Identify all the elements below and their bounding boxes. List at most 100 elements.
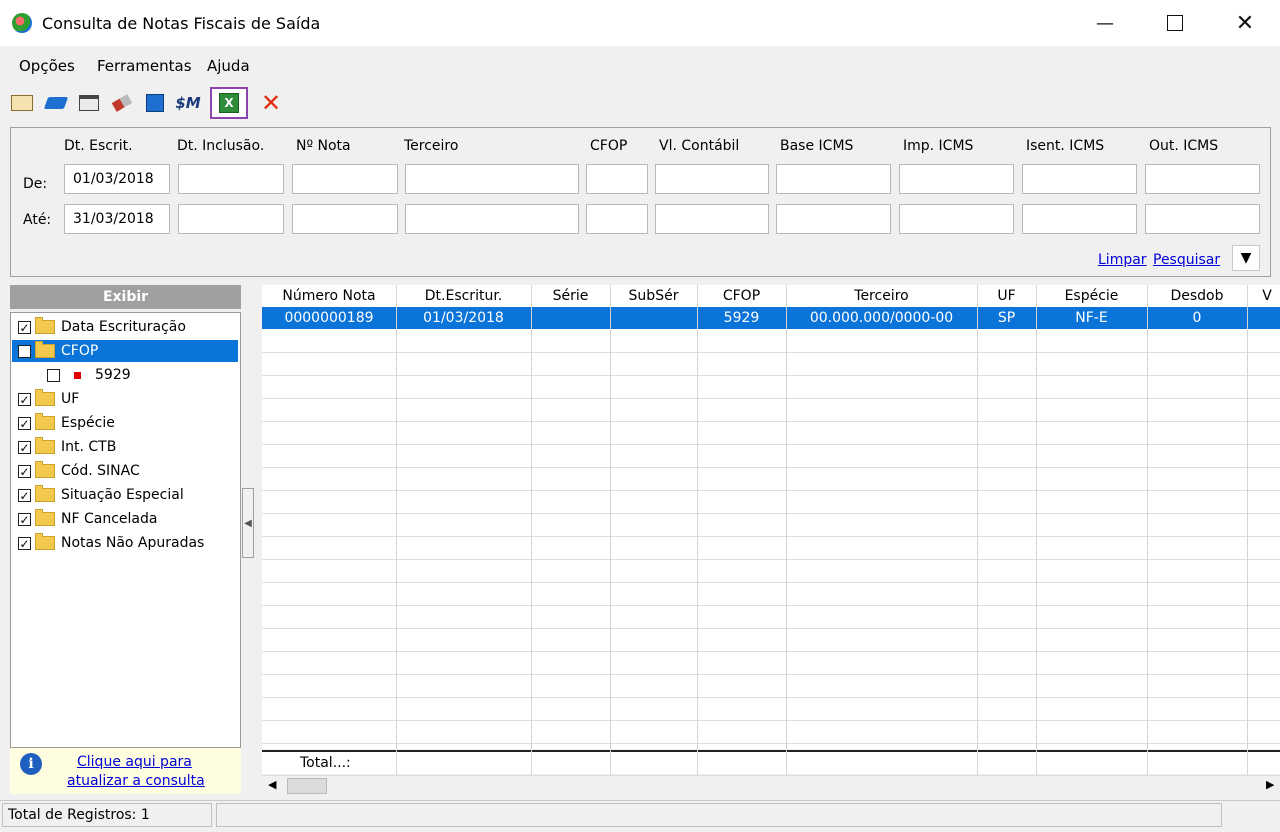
window-icon[interactable]: [78, 92, 100, 114]
refresh-link-line1[interactable]: Clique aqui para: [77, 754, 192, 770]
chevron-left-icon: ◀: [244, 517, 252, 529]
column-dt-escritur[interactable]: Dt.Escritur.: [396, 288, 531, 304]
search-link[interactable]: Pesquisar: [1153, 252, 1220, 268]
tree-item-data-escrituracao[interactable]: ✓ Data Escrituração: [18, 316, 186, 338]
column-subser[interactable]: SubSér: [610, 288, 697, 304]
from-dt-inclusao-input[interactable]: [178, 164, 284, 194]
column-serie[interactable]: Série: [531, 288, 610, 304]
column-terceiro[interactable]: Terceiro: [786, 288, 977, 304]
cell-numero-nota: 0000000189: [284, 310, 374, 326]
tree-title: Exibir: [10, 285, 241, 309]
results-grid: [262, 285, 1280, 749]
column-cfop[interactable]: CFOP: [697, 288, 786, 304]
tree-item-notas-nao-apuradas[interactable]: ✓ Notas Não Apuradas: [18, 532, 204, 554]
row-line: [262, 467, 1280, 468]
checkbox[interactable]: [47, 368, 60, 382]
tree-item-label: Cód. SINAC: [61, 463, 140, 479]
maximize-button[interactable]: [1140, 0, 1210, 46]
to-imp-icms-input[interactable]: [899, 204, 1014, 234]
from-vl-contabil-input[interactable]: [655, 164, 769, 194]
tree-item-label: Espécie: [61, 415, 115, 431]
header-out-icms: Out. ICMS: [1149, 138, 1219, 154]
clear-link[interactable]: Limpar: [1098, 252, 1147, 268]
record-count: Total de Registros: 1: [2, 803, 212, 827]
from-imp-icms-input[interactable]: [899, 164, 1014, 194]
header-vl-contabil: Vl. Contábil: [659, 138, 740, 154]
from-base-icms-input[interactable]: [776, 164, 891, 194]
tree-item-situacao-especial[interactable]: ✓ Situação Especial: [18, 484, 184, 506]
tree-item-uf[interactable]: ✓ UF: [18, 388, 79, 410]
checkbox[interactable]: ✓: [18, 440, 31, 454]
to-isent-icms-input[interactable]: [1022, 204, 1137, 234]
checkbox[interactable]: ✓: [18, 512, 31, 526]
column-divider: [697, 285, 698, 775]
row-line: [262, 513, 1280, 514]
close-button[interactable]: ✕: [1210, 0, 1280, 46]
excel-export-icon[interactable]: X: [218, 92, 240, 114]
to-out-icms-input[interactable]: [1145, 204, 1260, 234]
menu-opcoes[interactable]: Opções: [19, 57, 75, 75]
blue-book-icon[interactable]: [43, 92, 69, 114]
to-numero-nota-input[interactable]: [292, 204, 398, 234]
scroll-left-icon[interactable]: ◀: [268, 778, 276, 791]
scrollbar-thumb[interactable]: [287, 778, 327, 794]
tree-item-5929[interactable]: 5929: [47, 364, 131, 386]
tree-item-cfop[interactable]: CFOP: [12, 340, 238, 362]
tree-item-cod-sinac[interactable]: ✓ Cód. SINAC: [18, 460, 140, 482]
column-uf[interactable]: UF: [977, 288, 1036, 304]
checkbox[interactable]: ✓: [18, 536, 31, 550]
to-dt-inclusao-input[interactable]: [178, 204, 284, 234]
row-line: [262, 559, 1280, 560]
row-line: [262, 444, 1280, 445]
to-vl-contabil-input[interactable]: [655, 204, 769, 234]
checkbox[interactable]: ✓: [18, 416, 31, 430]
checkbox[interactable]: ✓: [18, 320, 31, 334]
tree-item-label: Int. CTB: [61, 439, 117, 455]
tree-item-int-ctb[interactable]: ✓ Int. CTB: [18, 436, 116, 458]
filter-options-button[interactable]: ▼: [1232, 245, 1260, 271]
tree-item-especie[interactable]: ✓ Espécie: [18, 412, 115, 434]
row-line: [262, 674, 1280, 675]
column-divider: [1147, 285, 1148, 775]
checkbox[interactable]: [18, 344, 31, 358]
column-numero-nota[interactable]: Número Nota: [262, 288, 396, 304]
header-terceiro: Terceiro: [404, 138, 459, 154]
folder-icon: [35, 437, 55, 454]
panel-splitter[interactable]: ◀: [242, 488, 254, 558]
header-imp-icms: Imp. ICMS: [903, 138, 974, 154]
from-numero-nota-input[interactable]: [292, 164, 398, 194]
menu-ajuda[interactable]: Ajuda: [207, 57, 250, 75]
eraser-icon[interactable]: [111, 92, 133, 114]
to-dt-escrit-input[interactable]: 31/03/2018: [64, 204, 170, 234]
checkbox[interactable]: ✓: [18, 488, 31, 502]
row-line: [262, 352, 1280, 353]
to-base-icms-input[interactable]: [776, 204, 891, 234]
column-especie[interactable]: Espécie: [1036, 288, 1147, 304]
column-desdob[interactable]: Desdob: [1147, 288, 1247, 304]
close-x-icon[interactable]: ✕: [260, 89, 282, 117]
to-terceiro-input[interactable]: [405, 204, 579, 234]
column-v[interactable]: V: [1247, 288, 1280, 304]
from-isent-icms-input[interactable]: [1022, 164, 1137, 194]
folder-icon: [35, 509, 55, 526]
app-icon: [12, 13, 32, 33]
tree-item-nf-cancelada[interactable]: ✓ NF Cancelada: [18, 508, 157, 530]
tax-icon[interactable]: $M: [175, 92, 200, 114]
tree-item-label: NF Cancelada: [61, 511, 158, 527]
checkbox[interactable]: ✓: [18, 464, 31, 478]
from-cfop-input[interactable]: [586, 164, 648, 194]
from-dt-escrit-input[interactable]: 01/03/2018: [64, 164, 170, 194]
book-icon[interactable]: [11, 92, 33, 114]
from-out-icms-input[interactable]: [1145, 164, 1260, 194]
horizontal-scrollbar[interactable]: [262, 775, 1280, 796]
refresh-link-line2[interactable]: atualizar a consulta: [67, 773, 205, 789]
minimize-button[interactable]: —: [1070, 0, 1140, 46]
to-cfop-input[interactable]: [586, 204, 648, 234]
from-terceiro-input[interactable]: [405, 164, 579, 194]
checkbox[interactable]: ✓: [18, 392, 31, 406]
row-line: [262, 490, 1280, 491]
row-line: [262, 697, 1280, 698]
scroll-right-icon[interactable]: ▶: [1266, 778, 1274, 791]
menu-ferramentas[interactable]: Ferramentas: [97, 57, 192, 75]
calculator-icon[interactable]: [144, 92, 166, 114]
